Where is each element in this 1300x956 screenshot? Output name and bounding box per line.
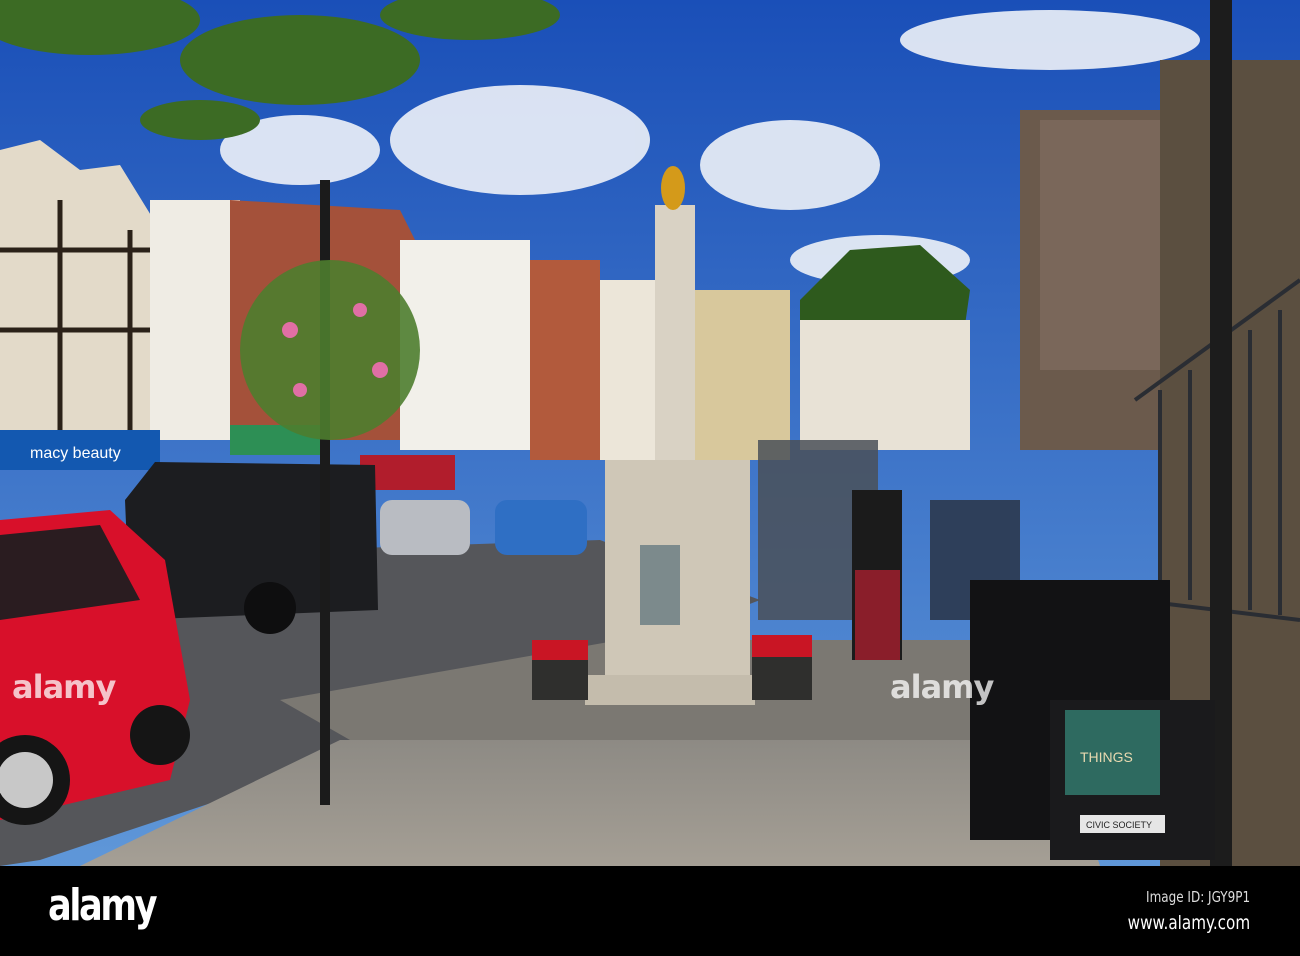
website-link[interactable]: www.alamy.com <box>1127 912 1250 934</box>
street-scene-photo: macy beauty THINGS CIVIC SOCIETY <box>0 0 1300 866</box>
blue-car <box>495 500 587 555</box>
watermark: alamy <box>12 668 116 706</box>
shop-sign: macy beauty <box>30 445 121 462</box>
silver-car <box>380 500 470 555</box>
bag-text: THINGS <box>1080 749 1133 765</box>
alamy-logo: alamy <box>48 880 158 931</box>
stock-photo: macy beauty THINGS CIVIC SOCIETY alamy a… <box>0 0 1300 956</box>
bench: THINGS CIVIC SOCIETY <box>1050 700 1215 860</box>
image-id: Image ID: JGY9P1 <box>1145 888 1250 906</box>
watermark: alamy <box>890 668 994 706</box>
bench-plaque: CIVIC SOCIETY <box>1086 820 1152 830</box>
footer-bar: alamy Image ID: JGY9P1 www.alamy.com <box>0 866 1300 956</box>
